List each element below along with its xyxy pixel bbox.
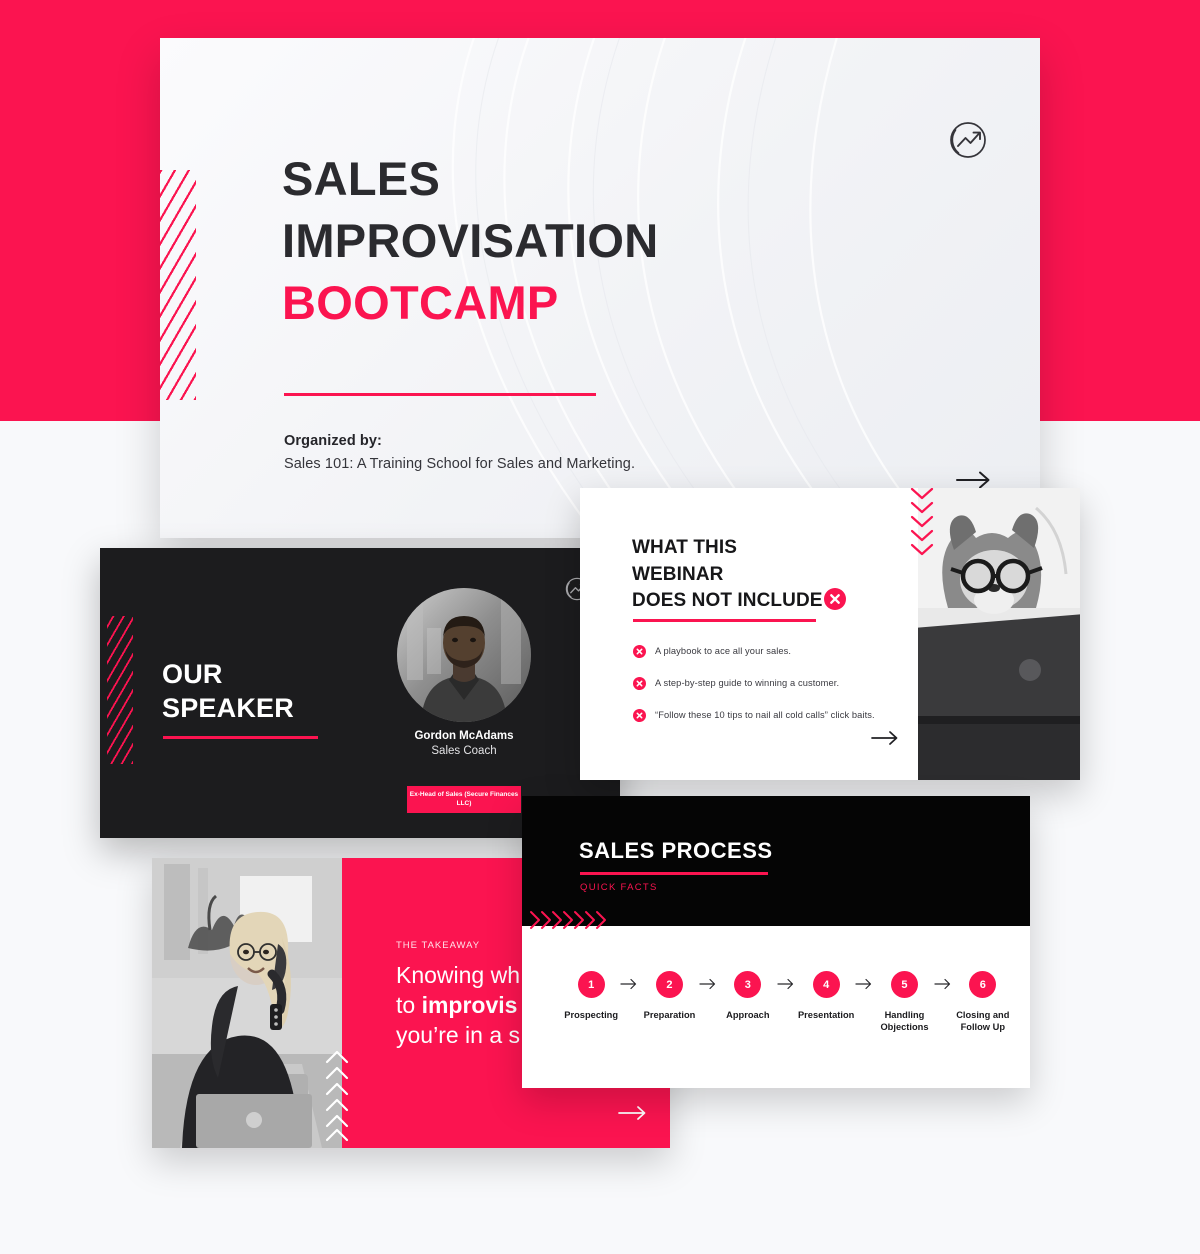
arrow-right-icon: [855, 978, 872, 990]
webinar-title-line-3-wrap: DOES NOT INCLUDE: [632, 588, 922, 619]
title-line-3: BOOTCAMP: [282, 276, 559, 330]
organized-by-label: Organized by:: [284, 433, 382, 449]
step-label: Handling Objections: [880, 1010, 929, 1033]
step-label: Closing and Follow Up: [956, 1010, 1010, 1033]
woman-on-phone-photo: [152, 858, 342, 1148]
speaker-role: Sales Coach: [431, 745, 497, 757]
title-line-2: IMPROVISATION: [282, 214, 659, 268]
process-step[interactable]: 3 Approach: [719, 971, 777, 1021]
title-heading-block: SALES IMPROVISATION BOOTCAMP: [282, 148, 902, 334]
webinar-content-panel: WHAT THIS WEBINAR DOES NOT INCLUDE A pla…: [580, 488, 918, 780]
list-item-label: A playbook to ace all your sales.: [655, 646, 792, 656]
process-step[interactable]: 4 Presentation: [797, 971, 855, 1021]
diagonal-stripes-decor: [107, 616, 133, 764]
dog-laptop-illustration: [918, 488, 1080, 780]
webinar-title-line-3: DOES NOT INCLUDE: [632, 590, 823, 612]
step-label: Preparation: [643, 1010, 696, 1020]
trending-up-circle-icon: [950, 122, 986, 158]
list-item: A playbook to ace all your sales.: [633, 645, 915, 663]
step-number-badge: 5: [890, 971, 918, 998]
speaker-heading-line-2: SPEAKER: [162, 692, 294, 723]
process-step[interactable]: 2 Preparation: [640, 971, 698, 1021]
list-item: “Follow these 10 tips to nail all cold c…: [633, 709, 915, 727]
diagonal-stripes-decor: [160, 170, 196, 400]
arrow-right-icon: [699, 978, 715, 990]
presentation-mockup-canvas: SALES IMPROVISATION BOOTCAMP Organized b…: [0, 0, 1200, 1254]
process-kicker: QUICK FACTS: [580, 882, 658, 893]
speaker-divider: [163, 736, 318, 739]
speaker-portrait-photo: [397, 588, 531, 722]
step-number-badge: 2: [655, 971, 683, 998]
arrow-right-icon: [620, 978, 637, 990]
x-circle-icon: [633, 645, 646, 663]
page-title: SALES PROCESS: [579, 838, 773, 863]
list-item-label: “Follow these 10 tips to nail all cold c…: [655, 710, 875, 720]
arrow-right-icon[interactable]: [617, 1103, 651, 1123]
page-title: WHAT THIS WEBINAR DOES NOT INCLUDE: [632, 535, 922, 619]
status-badge: Ex-Head of Sales (Secure Finances LLC): [407, 786, 521, 813]
chevron-up-decor-icon: [325, 1050, 349, 1142]
chevron-down-decor-icon: [910, 488, 934, 556]
process-step[interactable]: 6 Closing and Follow Up: [954, 971, 1012, 1034]
slide-sales-process[interactable]: SALES PROCESS QUICK FACTS 1 Prospecting …: [522, 796, 1030, 1088]
step-number-badge: 6: [969, 971, 997, 998]
list-item: A step-by-step guide to winning a custom…: [633, 677, 915, 695]
chevron-right-decor-icon: [530, 911, 606, 929]
speaker-heading-line-1: OUR: [162, 659, 223, 689]
organized-by-block: Organized by: Sales 101: A Training Scho…: [284, 433, 635, 472]
step-label: Approach: [726, 1010, 770, 1020]
process-step[interactable]: 1 Prospecting: [562, 971, 620, 1021]
takeaway-quote-emphasis: improvis: [421, 991, 518, 1018]
slide-webinar-exclusions[interactable]: WHAT THIS WEBINAR DOES NOT INCLUDE A pla…: [580, 488, 1080, 780]
step-number-badge: 1: [577, 971, 605, 998]
arrow-right-icon: [934, 978, 950, 990]
title-divider: [284, 393, 596, 396]
step-label: Presentation: [797, 1010, 855, 1020]
avatar: [397, 588, 531, 722]
slide-title[interactable]: SALES IMPROVISATION BOOTCAMP Organized b…: [160, 38, 1040, 538]
takeaway-quote-prefix: to: [396, 991, 422, 1018]
process-steps: 1 Prospecting 2 Preparation 3 Approach 4…: [562, 971, 1012, 1034]
speaker-name: Gordon McAdams: [414, 730, 514, 742]
dog-with-glasses-photo: [918, 488, 1080, 780]
step-number-badge: 3: [734, 971, 762, 998]
webinar-title-line-2: WEBINAR: [632, 563, 724, 585]
arrow-right-icon[interactable]: [870, 728, 902, 748]
speaker-heading: OUR SPEAKER: [162, 658, 294, 726]
step-label: Prospecting: [564, 1010, 619, 1020]
title-line-1: SALES: [282, 152, 441, 205]
x-circle-icon: [633, 709, 646, 727]
arrow-right-icon: [777, 978, 794, 990]
organized-by-value: Sales 101: A Training School for Sales a…: [284, 456, 636, 472]
webinar-title-line-1: WHAT THIS: [632, 537, 738, 558]
slide-our-speaker[interactable]: OUR SPEAKER Gordon McAdams Sales Coach E…: [100, 548, 620, 838]
webinar-exclusion-list: A playbook to ace all your sales. A step…: [633, 645, 915, 741]
step-number-badge: 4: [812, 971, 840, 998]
webinar-divider: [633, 619, 816, 622]
x-circle-icon: [633, 677, 646, 695]
x-circle-icon: [823, 588, 846, 619]
process-divider: [580, 872, 768, 875]
list-item-label: A step-by-step guide to winning a custom…: [655, 678, 840, 688]
process-step[interactable]: 5 Handling Objections: [875, 971, 933, 1034]
woman-laptop-illustration: [152, 858, 342, 1148]
